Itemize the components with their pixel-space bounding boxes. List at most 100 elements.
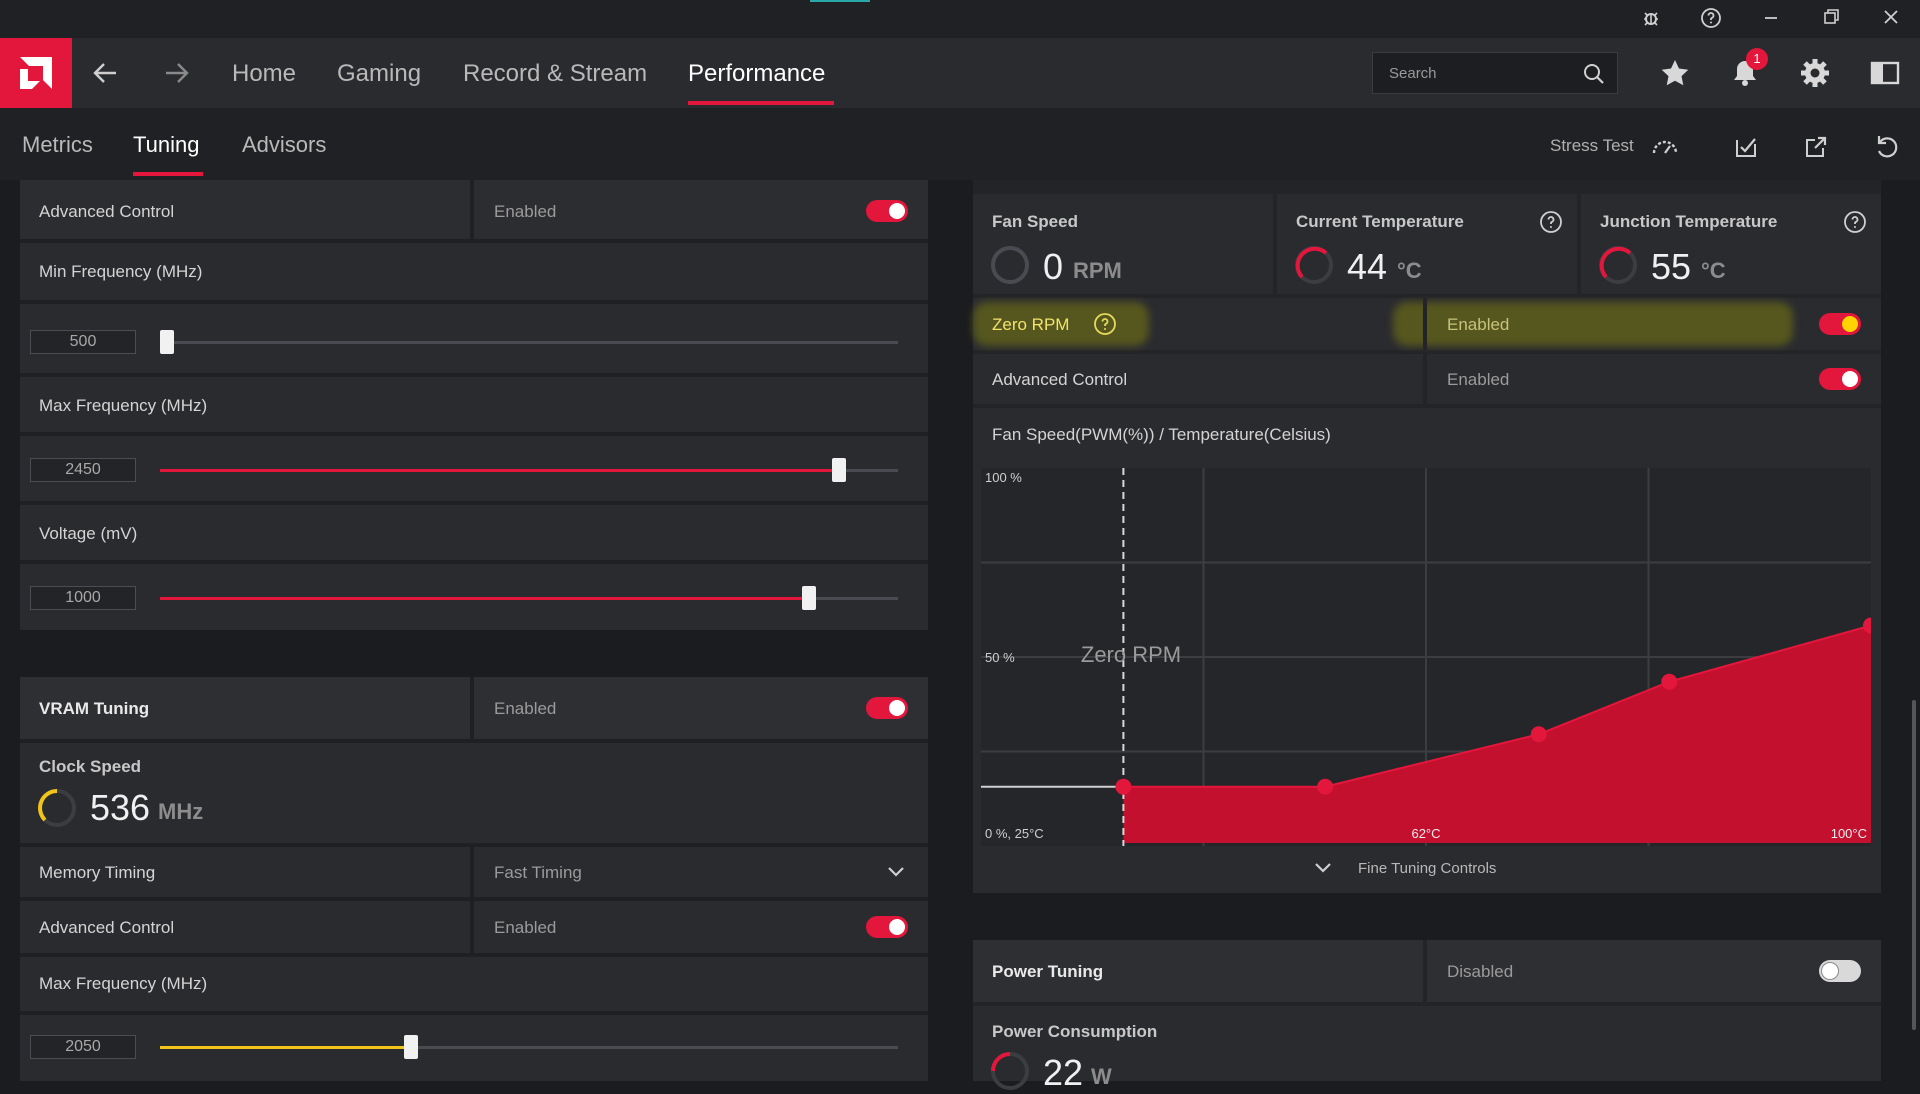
- zero-rpm-annotation: Zero RPM: [1081, 642, 1181, 667]
- zero-rpm-value: Enabled: [1447, 315, 1510, 334]
- clock-speed-gauge-icon: [38, 789, 76, 827]
- vram-max-frequency-input[interactable]: 2050: [30, 1035, 136, 1059]
- fan-speed-value: 0: [1043, 246, 1064, 287]
- favorites-star-icon[interactable]: [1658, 56, 1692, 90]
- vram-advanced-control-toggle[interactable]: [866, 916, 908, 938]
- forward-arrow-icon[interactable]: [162, 60, 192, 86]
- bug-report-icon[interactable]: [1638, 7, 1664, 31]
- fan-curve-point[interactable]: [1317, 778, 1334, 795]
- voltage-thumb[interactable]: [802, 586, 817, 610]
- reset-icon[interactable]: [1872, 132, 1902, 162]
- row-separator: [20, 953, 928, 957]
- row-divider: [470, 677, 474, 739]
- sub-nav: Metrics Tuning Advisors Stress Test: [0, 108, 1920, 180]
- power-tuning-toggle[interactable]: [1819, 960, 1861, 982]
- gpu-max-frequency-thumb[interactable]: [831, 458, 846, 482]
- tab-tuning[interactable]: Tuning: [133, 132, 199, 158]
- vram-advanced-control-label: Advanced Control: [39, 918, 175, 937]
- row-divider: [470, 180, 474, 239]
- nav-gaming[interactable]: Gaming: [337, 60, 421, 88]
- clock-speed-unit: MHz: [158, 799, 204, 824]
- fan-curve-point[interactable]: [1115, 778, 1132, 795]
- fan-tuning-panel: Fan Speed 0 RPM Current Temperature 44 °…: [973, 180, 1881, 893]
- help-icon[interactable]: [1539, 210, 1563, 234]
- vram-max-frequency-label: Max Frequency (MHz): [39, 974, 208, 993]
- zero-rpm-toggle[interactable]: [1819, 313, 1861, 335]
- vram-advanced-control-value: Enabled: [494, 918, 557, 937]
- help-icon[interactable]: [1698, 7, 1724, 31]
- search-input[interactable]: Search: [1372, 52, 1618, 94]
- fan-curve-title: Fan Speed(PWM(%)) / Temperature(Celsius): [992, 425, 1331, 444]
- row-divider: [1423, 940, 1427, 1002]
- row-divider: [470, 901, 474, 953]
- nav-home[interactable]: Home: [232, 60, 296, 88]
- voltage-label: Voltage (mV): [39, 524, 138, 543]
- nav-record-stream[interactable]: Record & Stream: [463, 60, 647, 88]
- row-divider: [470, 847, 474, 897]
- vram-max-frequency-thumb[interactable]: [403, 1035, 418, 1059]
- search-placeholder: Search: [1389, 65, 1437, 82]
- voltage-fill: [160, 597, 810, 600]
- tab-metrics[interactable]: Metrics: [22, 132, 93, 158]
- search-icon[interactable]: [1583, 63, 1605, 85]
- help-icon[interactable]: [1843, 210, 1867, 234]
- nav-active-underline: [688, 101, 834, 105]
- junction-temperature-value: 55: [1651, 246, 1692, 287]
- fan-speed-gauge-icon: [991, 246, 1029, 284]
- gpu-max-frequency-input[interactable]: 2450: [30, 458, 136, 482]
- fan-advanced-control-toggle[interactable]: [1819, 368, 1861, 390]
- fine-tuning-controls-link[interactable]: Fine Tuning Controls: [1358, 860, 1496, 877]
- memory-timing-select[interactable]: Fast Timing: [494, 863, 582, 883]
- junction-temperature-gauge-icon: [1599, 246, 1637, 284]
- chevron-down-icon[interactable]: [1313, 860, 1333, 876]
- origin-tick-label: 0 %, 25°C: [985, 826, 1044, 841]
- gpu-advanced-control-toggle[interactable]: [866, 200, 908, 222]
- vram-tuning-toggle[interactable]: [866, 697, 908, 719]
- back-arrow-icon[interactable]: [90, 60, 120, 86]
- gpu-advanced-control-value: Enabled: [494, 202, 557, 221]
- zero-rpm-row: Zero RPM Enabled: [973, 298, 1881, 350]
- row-divider: [1423, 298, 1427, 350]
- help-icon[interactable]: [1093, 312, 1117, 336]
- stress-test-label[interactable]: Stress Test: [1550, 136, 1634, 156]
- nav-performance[interactable]: Performance: [688, 60, 825, 88]
- junction-temperature-unit: °C: [1701, 258, 1726, 283]
- tab-active-underline: [133, 172, 203, 176]
- minimize-icon[interactable]: [1758, 7, 1784, 31]
- fan-curve-point[interactable]: [1661, 673, 1678, 690]
- export-profile-icon[interactable]: [1801, 132, 1831, 162]
- gpu-min-frequency-thumb[interactable]: [160, 330, 175, 354]
- title-accent: [810, 0, 870, 2]
- amd-logo[interactable]: [0, 38, 72, 108]
- power-tuning-title: Power Tuning: [992, 962, 1104, 981]
- sidebar-panel-icon[interactable]: [1868, 56, 1902, 90]
- stress-test-gauge-icon[interactable]: [1650, 132, 1680, 162]
- power-consumption-label: Power Consumption: [992, 1022, 1158, 1041]
- clock-speed-value: 536: [90, 787, 151, 828]
- fan-curve-chart[interactable]: 100 % 50 % 0 %, 25°C 62°C 100°C Zero RPM: [981, 468, 1871, 846]
- y-tick-label-mid: 50 %: [985, 650, 1015, 665]
- notification-count-badge: 1: [1746, 48, 1768, 70]
- gpu-min-frequency-input[interactable]: 500: [30, 330, 136, 354]
- junction-temperature-label: Junction Temperature: [1600, 212, 1778, 231]
- close-icon[interactable]: [1878, 7, 1904, 31]
- vram-tuning-status: Enabled: [494, 699, 557, 718]
- fan-curve-point[interactable]: [1530, 726, 1547, 743]
- gpu-min-frequency-slider[interactable]: [160, 341, 898, 344]
- power-tuning-panel: Power Tuning Disabled Power Consumption …: [973, 940, 1881, 1093]
- row-divider: [1423, 354, 1427, 404]
- power-tuning-status: Disabled: [1447, 962, 1514, 981]
- gpu-max-frequency-label: Max Frequency (MHz): [39, 396, 208, 415]
- voltage-input[interactable]: 1000: [30, 586, 136, 610]
- fan-curve-block: Fan Speed(PWM(%)) / Temperature(Celsius)…: [973, 408, 1881, 893]
- restore-icon[interactable]: [1818, 7, 1844, 31]
- scrollbar[interactable]: [1912, 700, 1916, 1030]
- vram-advanced-control-row: Advanced Control Enabled: [20, 901, 928, 953]
- gpu-min-frequency-label: Min Frequency (MHz): [39, 262, 203, 281]
- zero-rpm-label: Zero RPM: [992, 315, 1070, 334]
- settings-gear-icon[interactable]: [1798, 56, 1832, 90]
- tab-advisors[interactable]: Advisors: [242, 132, 326, 158]
- fan-speed-label: Fan Speed: [992, 212, 1078, 231]
- chevron-down-icon[interactable]: [886, 861, 906, 881]
- apply-changes-icon[interactable]: [1731, 132, 1761, 162]
